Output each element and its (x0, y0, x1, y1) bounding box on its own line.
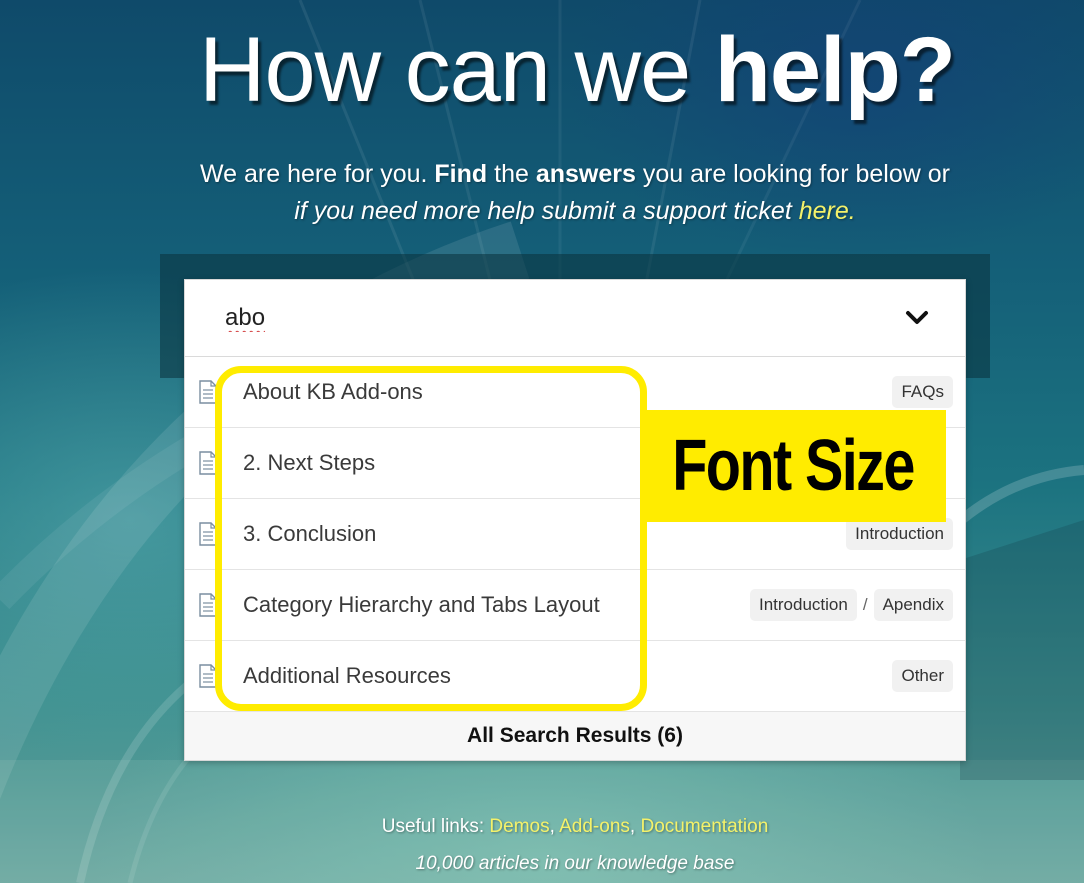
page-title-bold: help? (714, 19, 956, 121)
category-tag[interactable]: Introduction (846, 518, 953, 550)
subtitle-text-4: if you need more help submit a support t… (294, 197, 799, 225)
chevron-down-icon[interactable] (905, 308, 929, 328)
document-icon (199, 522, 217, 546)
annotation-label: Font Size (640, 410, 946, 522)
search-result-title[interactable]: Additional Resources (243, 663, 451, 689)
page-title-light: How can we (199, 19, 715, 121)
link-add-ons[interactable]: Add-ons (559, 816, 630, 837)
page-title: How can we help? (0, 22, 1084, 119)
search-result-title[interactable]: 3. Conclusion (243, 521, 376, 547)
page-subtitle: We are here for you. Find the answers yo… (160, 156, 990, 230)
category-tags: FAQs (892, 376, 953, 408)
document-icon (199, 451, 217, 475)
link-separator: , (549, 816, 560, 837)
search-result-title[interactable]: 2. Next Steps (243, 450, 375, 476)
useful-links: Useful links: Demos, Add-ons, Documentat… (0, 816, 1084, 838)
article-count: 10,000 articles in our knowledge base (415, 853, 735, 874)
subtitle-text-2: the (487, 160, 536, 188)
search-result-title[interactable]: About KB Add-ons (243, 379, 423, 405)
document-icon (199, 593, 217, 617)
help-center-page: How can we help? We are here for you. Fi… (0, 0, 1084, 883)
category-tag[interactable]: Apendix (873, 589, 953, 621)
link-documentation[interactable]: Documentation (640, 816, 768, 837)
subtitle-find: Find (434, 160, 488, 188)
tag-separator: / (862, 595, 868, 614)
subtitle-text-1: We are here for you. (200, 160, 435, 188)
category-tag[interactable]: Introduction (749, 589, 857, 621)
search-bar (185, 280, 965, 357)
useful-links-label: Useful links: (381, 816, 490, 837)
support-ticket-link[interactable]: here. (799, 197, 856, 225)
subtitle-text-3: you are looking for below or (635, 160, 950, 188)
category-tag[interactable]: FAQs (892, 376, 953, 408)
link-separator: , (629, 816, 641, 837)
category-tags: Introduction / Apendix (749, 589, 953, 621)
search-input[interactable] (223, 303, 827, 333)
category-tag[interactable]: Other (892, 660, 953, 692)
document-icon (199, 664, 217, 688)
link-demos[interactable]: Demos (489, 816, 549, 837)
annotation-label-text: Font Size (672, 426, 915, 506)
category-tags: Introduction (846, 518, 953, 550)
category-tags: Other (892, 660, 953, 692)
subtitle-answers: answers (535, 160, 636, 188)
all-search-results-button[interactable]: All Search Results (6) (185, 712, 965, 760)
search-result-item[interactable]: Category Hierarchy and Tabs Layout Introd… (185, 570, 965, 641)
search-result-item[interactable]: Additional Resources Other (185, 641, 965, 712)
document-icon (199, 380, 217, 404)
search-result-title[interactable]: Category Hierarchy and Tabs Layout (243, 592, 600, 618)
